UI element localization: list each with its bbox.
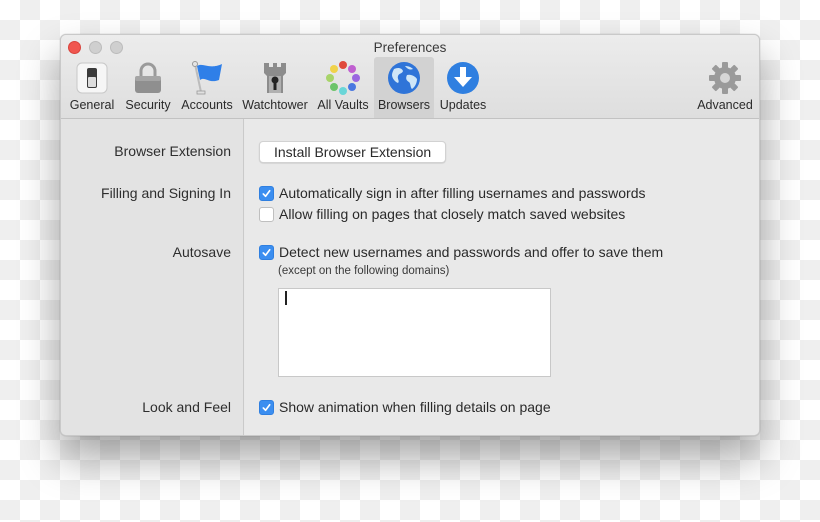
tab-advanced[interactable]: Advanced — [693, 57, 757, 118]
colored-dots-ring-icon — [325, 60, 361, 96]
toggle-switch-icon — [74, 60, 110, 96]
gear-icon — [707, 60, 743, 96]
download-arrow-icon — [445, 60, 481, 96]
browser-extension-label: Browser Extension — [114, 143, 231, 159]
padlock-icon — [130, 60, 166, 96]
tab-watchtower[interactable]: Watchtower — [239, 57, 311, 118]
title-bar: Preferences General Security Accounts Wa… — [61, 35, 759, 119]
detect-new-logins-checkbox[interactable] — [259, 244, 274, 260]
auto-sign-in-checkbox[interactable] — [259, 185, 274, 201]
auto-sign-in-label: Automatically sign in after filling user… — [279, 185, 646, 201]
show-animation-option[interactable]: Show animation when filling details on p… — [259, 399, 551, 415]
install-browser-extension-button[interactable]: Install Browser Extension — [259, 141, 447, 163]
auto-sign-in-option[interactable]: Automatically sign in after filling user… — [259, 185, 646, 201]
globe-icon — [386, 60, 422, 96]
detect-new-logins-option[interactable]: Detect new usernames and passwords and o… — [259, 244, 663, 260]
tab-all-vaults[interactable]: All Vaults — [313, 57, 373, 118]
detect-new-logins-label: Detect new usernames and passwords and o… — [279, 244, 664, 260]
flag-icon — [189, 60, 225, 96]
tab-general[interactable]: General — [65, 57, 119, 118]
allow-close-match-checkbox[interactable] — [259, 206, 274, 222]
show-animation-checkbox[interactable] — [259, 399, 274, 415]
tab-updates[interactable]: Updates — [435, 57, 491, 118]
allow-close-match-option[interactable]: Allow filling on pages that closely matc… — [259, 206, 625, 222]
labels-column — [61, 119, 244, 435]
preferences-window: Preferences General Security Accounts Wa… — [60, 34, 760, 436]
tower-keyhole-icon — [257, 60, 293, 96]
tab-security[interactable]: Security — [121, 57, 175, 118]
settings-content — [245, 119, 759, 435]
show-animation-label: Show animation when filling details on p… — [279, 399, 551, 415]
tab-accounts[interactable]: Accounts — [177, 57, 237, 118]
autosave-label: Autosave — [172, 244, 231, 260]
checkmark-icon — [262, 403, 271, 411]
preferences-toolbar: General Security Accounts Watchtower All… — [65, 57, 755, 119]
window-title: Preferences — [373, 40, 447, 55]
tab-browsers[interactable]: Browsers — [374, 57, 434, 118]
filling-signing-label: Filling and Signing In — [101, 185, 231, 201]
excluded-domains-input[interactable] — [278, 288, 551, 377]
allow-close-match-label: Allow filling on pages that closely matc… — [279, 206, 626, 222]
checkmark-icon — [262, 189, 271, 197]
excluded-domains-note: (except on the following domains) — [278, 265, 450, 277]
text-cursor — [285, 291, 287, 305]
checkmark-icon — [262, 248, 271, 256]
look-and-feel-label: Look and Feel — [142, 399, 231, 415]
